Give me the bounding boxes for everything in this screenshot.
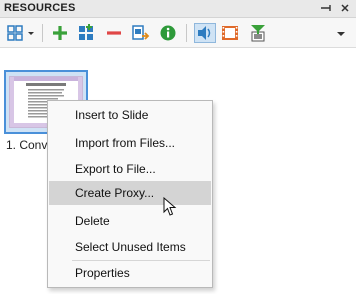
resources-panel: RESOURCES 1. Conv Insert to Slide Import…	[0, 0, 356, 294]
resources-toolbar	[0, 18, 356, 48]
menu-item-import-from-files[interactable]: Import from Files...	[49, 131, 211, 155]
menu-item-create-proxy[interactable]: Create Proxy...	[49, 181, 211, 205]
pin-icon[interactable]	[320, 1, 334, 15]
dropdown-icon[interactable]	[334, 23, 348, 43]
close-icon[interactable]	[338, 1, 352, 15]
export-icon[interactable]	[130, 23, 150, 43]
menu-item-delete[interactable]: Delete	[49, 209, 211, 233]
funnel-icon[interactable]	[248, 23, 268, 43]
minus-icon[interactable]	[104, 23, 124, 43]
add-items-icon[interactable]	[76, 23, 96, 43]
speaker-icon[interactable]	[194, 23, 216, 43]
mouse-cursor-icon	[163, 196, 177, 217]
grid-view-icon[interactable]	[6, 23, 36, 43]
film-icon[interactable]	[220, 23, 240, 43]
panel-title: RESOURCES	[4, 2, 76, 14]
toolbar-separator	[42, 24, 43, 42]
toolbar-separator	[186, 24, 187, 42]
menu-item-select-unused-items[interactable]: Select Unused Items	[49, 235, 211, 259]
menu-item-insert-to-slide[interactable]: Insert to Slide	[49, 103, 211, 127]
menu-item-properties[interactable]: Properties	[49, 261, 211, 285]
context-menu: Insert to Slide Import from Files... Exp…	[47, 100, 213, 288]
resource-label: 1. Conv	[6, 138, 48, 152]
panel-titlebar: RESOURCES	[0, 0, 356, 18]
menu-item-export-to-file[interactable]: Export to File...	[49, 157, 211, 181]
info-icon[interactable]	[158, 23, 178, 43]
plus-icon[interactable]	[50, 23, 70, 43]
